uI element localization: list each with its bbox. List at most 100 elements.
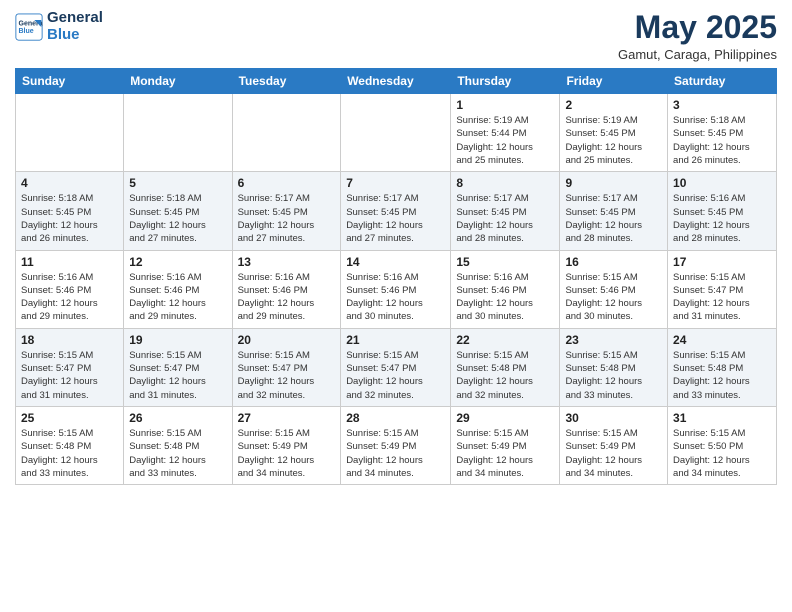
page: General Blue General Blue May 2025 Gamut… (0, 0, 792, 612)
calendar-day-21: 21 Sunrise: 5:15 AM Sunset: 5:47 PM Dayli… (341, 328, 451, 406)
day-info: Sunrise: 5:15 AM Sunset: 5:47 PM Dayligh… (21, 349, 118, 402)
day-info: Sunrise: 5:15 AM Sunset: 5:49 PM Dayligh… (565, 427, 662, 480)
logo-line1: General (47, 10, 103, 27)
calendar-day-16: 16 Sunrise: 5:15 AM Sunset: 5:46 PM Dayli… (560, 250, 668, 328)
calendar-day-3: 3Sunrise: 5:18 AM Sunset: 5:45 PM Daylig… (668, 94, 777, 172)
col-header-friday: Friday (560, 69, 668, 94)
calendar-day-11: 11 Sunrise: 5:16 AM Sunset: 5:46 PM Dayli… (16, 250, 124, 328)
day-number: 4 (21, 176, 118, 190)
day-info: Sunrise: 5:17 AM Sunset: 5:45 PM Dayligh… (456, 192, 554, 245)
day-number: 25 (21, 411, 118, 425)
day-info: Sunrise: 5:15 AM Sunset: 5:47 PM Dayligh… (673, 271, 771, 324)
day-number: 18 (21, 333, 118, 347)
day-info: Sunrise: 5:15 AM Sunset: 5:48 PM Dayligh… (21, 427, 118, 480)
day-number: 30 (565, 411, 662, 425)
day-number: 12 (129, 255, 226, 269)
day-info: Sunrise: 5:15 AM Sunset: 5:50 PM Dayligh… (673, 427, 771, 480)
day-number: 13 (238, 255, 336, 269)
day-info: Sunrise: 5:19 AM Sunset: 5:45 PM Dayligh… (565, 114, 662, 167)
day-number: 14 (346, 255, 445, 269)
day-number: 9 (565, 176, 662, 190)
day-number: 22 (456, 333, 554, 347)
empty-day (341, 94, 451, 172)
calendar-day-24: 24Sunrise: 5:15 AM Sunset: 5:48 PM Dayli… (668, 328, 777, 406)
day-number: 26 (129, 411, 226, 425)
day-info: Sunrise: 5:18 AM Sunset: 5:45 PM Dayligh… (21, 192, 118, 245)
calendar-day-25: 25 Sunrise: 5:15 AM Sunset: 5:48 PM Dayli… (16, 406, 124, 484)
calendar-week-row: 18 Sunrise: 5:15 AM Sunset: 5:47 PM Dayli… (16, 328, 777, 406)
calendar-day-5: 5 Sunrise: 5:18 AM Sunset: 5:45 PM Daylig… (124, 172, 232, 250)
day-number: 20 (238, 333, 336, 347)
day-number: 1 (456, 98, 554, 112)
day-number: 17 (673, 255, 771, 269)
day-info: Sunrise: 5:15 AM Sunset: 5:47 PM Dayligh… (346, 349, 445, 402)
calendar-day-14: 14Sunrise: 5:16 AM Sunset: 5:46 PM Dayli… (341, 250, 451, 328)
calendar-day-28: 28 Sunrise: 5:15 AM Sunset: 5:49 PM Dayli… (341, 406, 451, 484)
day-info: Sunrise: 5:17 AM Sunset: 5:45 PM Dayligh… (346, 192, 445, 245)
calendar-day-13: 13Sunrise: 5:16 AM Sunset: 5:46 PM Dayli… (232, 250, 341, 328)
day-number: 28 (346, 411, 445, 425)
location: Gamut, Caraga, Philippines (618, 47, 777, 62)
calendar-day-31: 31 Sunrise: 5:15 AM Sunset: 5:50 PM Dayli… (668, 406, 777, 484)
logo-line2: Blue (47, 26, 80, 43)
calendar-day-23: 23Sunrise: 5:15 AM Sunset: 5:48 PM Dayli… (560, 328, 668, 406)
day-number: 19 (129, 333, 226, 347)
day-number: 7 (346, 176, 445, 190)
calendar-week-row: 25 Sunrise: 5:15 AM Sunset: 5:48 PM Dayli… (16, 406, 777, 484)
calendar-day-26: 26 Sunrise: 5:15 AM Sunset: 5:48 PM Dayli… (124, 406, 232, 484)
calendar-day-6: 6 Sunrise: 5:17 AM Sunset: 5:45 PM Daylig… (232, 172, 341, 250)
day-number: 2 (565, 98, 662, 112)
day-number: 21 (346, 333, 445, 347)
day-info: Sunrise: 5:17 AM Sunset: 5:45 PM Dayligh… (238, 192, 336, 245)
calendar-day-7: 7 Sunrise: 5:17 AM Sunset: 5:45 PM Daylig… (341, 172, 451, 250)
day-number: 5 (129, 176, 226, 190)
calendar-day-15: 15Sunrise: 5:16 AM Sunset: 5:46 PM Dayli… (451, 250, 560, 328)
empty-day (124, 94, 232, 172)
day-info: Sunrise: 5:18 AM Sunset: 5:45 PM Dayligh… (129, 192, 226, 245)
calendar-day-1: 1 Sunrise: 5:19 AM Sunset: 5:44 PM Daylig… (451, 94, 560, 172)
calendar-day-20: 20 Sunrise: 5:15 AM Sunset: 5:47 PM Dayli… (232, 328, 341, 406)
logo: General Blue General Blue (15, 10, 103, 43)
empty-day (232, 94, 341, 172)
month-title: May 2025 (618, 10, 777, 45)
day-info: Sunrise: 5:19 AM Sunset: 5:44 PM Dayligh… (456, 114, 554, 167)
col-header-wednesday: Wednesday (341, 69, 451, 94)
logo-icon: General Blue (15, 13, 43, 41)
day-info: Sunrise: 5:15 AM Sunset: 5:47 PM Dayligh… (129, 349, 226, 402)
day-number: 24 (673, 333, 771, 347)
calendar-day-22: 22Sunrise: 5:15 AM Sunset: 5:48 PM Dayli… (451, 328, 560, 406)
day-info: Sunrise: 5:16 AM Sunset: 5:46 PM Dayligh… (21, 271, 118, 324)
day-info: Sunrise: 5:15 AM Sunset: 5:49 PM Dayligh… (456, 427, 554, 480)
day-info: Sunrise: 5:15 AM Sunset: 5:47 PM Dayligh… (238, 349, 336, 402)
calendar: SundayMondayTuesdayWednesdayThursdayFrid… (15, 68, 777, 485)
col-header-monday: Monday (124, 69, 232, 94)
calendar-day-8: 8Sunrise: 5:17 AM Sunset: 5:45 PM Daylig… (451, 172, 560, 250)
col-header-tuesday: Tuesday (232, 69, 341, 94)
calendar-week-row: 1 Sunrise: 5:19 AM Sunset: 5:44 PM Daylig… (16, 94, 777, 172)
calendar-day-17: 17 Sunrise: 5:15 AM Sunset: 5:47 PM Dayli… (668, 250, 777, 328)
day-info: Sunrise: 5:17 AM Sunset: 5:45 PM Dayligh… (565, 192, 662, 245)
calendar-week-row: 11 Sunrise: 5:16 AM Sunset: 5:46 PM Dayli… (16, 250, 777, 328)
col-header-saturday: Saturday (668, 69, 777, 94)
calendar-day-10: 10Sunrise: 5:16 AM Sunset: 5:45 PM Dayli… (668, 172, 777, 250)
day-info: Sunrise: 5:15 AM Sunset: 5:48 PM Dayligh… (129, 427, 226, 480)
svg-text:Blue: Blue (19, 28, 34, 35)
empty-day (16, 94, 124, 172)
day-info: Sunrise: 5:15 AM Sunset: 5:46 PM Dayligh… (565, 271, 662, 324)
calendar-day-4: 4 Sunrise: 5:18 AM Sunset: 5:45 PM Daylig… (16, 172, 124, 250)
calendar-day-9: 9 Sunrise: 5:17 AM Sunset: 5:45 PM Daylig… (560, 172, 668, 250)
col-header-sunday: Sunday (16, 69, 124, 94)
header: General Blue General Blue May 2025 Gamut… (15, 10, 777, 62)
day-number: 15 (456, 255, 554, 269)
calendar-day-18: 18 Sunrise: 5:15 AM Sunset: 5:47 PM Dayli… (16, 328, 124, 406)
day-number: 11 (21, 255, 118, 269)
calendar-day-27: 27Sunrise: 5:15 AM Sunset: 5:49 PM Dayli… (232, 406, 341, 484)
day-number: 6 (238, 176, 336, 190)
logo-text: General Blue (47, 10, 103, 43)
day-info: Sunrise: 5:15 AM Sunset: 5:49 PM Dayligh… (346, 427, 445, 480)
calendar-day-29: 29Sunrise: 5:15 AM Sunset: 5:49 PM Dayli… (451, 406, 560, 484)
calendar-day-2: 2 Sunrise: 5:19 AM Sunset: 5:45 PM Daylig… (560, 94, 668, 172)
day-number: 16 (565, 255, 662, 269)
day-number: 10 (673, 176, 771, 190)
day-number: 31 (673, 411, 771, 425)
